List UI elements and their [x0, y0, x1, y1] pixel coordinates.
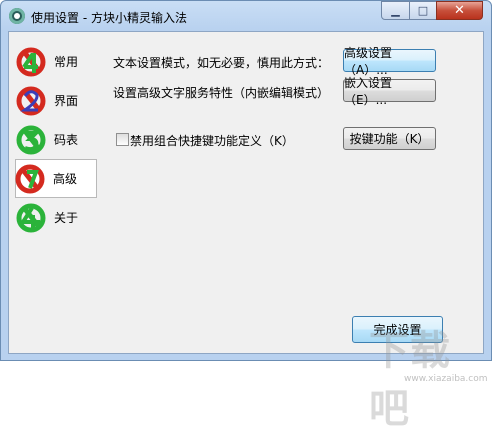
- nav-item-code-table[interactable]: 码表: [16, 120, 95, 159]
- nav-label: 界面: [54, 94, 79, 108]
- nav-item-common[interactable]: 常用: [16, 42, 95, 81]
- number-1-icon: [16, 47, 46, 77]
- nav-label: 常用: [54, 55, 79, 69]
- disable-shortcut-label[interactable]: 禁用组合快捷键功能定义（K）: [130, 132, 294, 149]
- advanced-settings-button[interactable]: 高级设置（A）...: [343, 46, 436, 77]
- number-5-icon: [16, 203, 46, 233]
- number-3-icon: [16, 125, 46, 155]
- window-title: 使用设置 - 方块小精灵输入法: [31, 11, 187, 25]
- embed-settings-button[interactable]: 嵌入设置（E）...: [343, 76, 436, 107]
- app-icon: [9, 8, 25, 24]
- nav-label: 码表: [54, 133, 79, 147]
- text-mode-label: 文本设置模式，如无必要，慎用此方式：: [113, 56, 330, 70]
- close-button[interactable]: ✕: [436, 1, 483, 20]
- number-4-icon: [15, 164, 45, 194]
- key-function-button[interactable]: 按键功能（K）: [343, 127, 436, 150]
- minimize-button[interactable]: ▁: [381, 1, 410, 20]
- number-2-icon: [16, 86, 46, 116]
- nav-item-advanced[interactable]: 高级: [15, 159, 97, 198]
- service-label: 设置高级文字服务特性（内嵌编辑模式）: [113, 86, 330, 100]
- nav-label: 高级: [53, 172, 78, 186]
- settings-nav: 常用 界面 码表 高级 关于: [15, 42, 97, 237]
- settings-window: 使用设置 - 方块小精灵输入法 ▁ □ ✕ 常用 界面 码表 高级 关于 文本设…: [0, 0, 492, 432]
- title-bar[interactable]: 使用设置 - 方块小精灵输入法 ▁ □ ✕: [1, 1, 491, 31]
- disable-shortcut-checkbox[interactable]: [116, 133, 129, 146]
- nav-item-interface[interactable]: 界面: [16, 81, 95, 120]
- client-area: 常用 界面 码表 高级 关于 文本设置模式，如无必要，慎用此方式： 高级设置（A…: [8, 31, 488, 432]
- maximize-button[interactable]: □: [409, 1, 437, 20]
- nav-item-about[interactable]: 关于: [16, 198, 95, 237]
- nav-label: 关于: [54, 211, 79, 225]
- watermark-url: www.xiazaiba.com: [404, 374, 488, 384]
